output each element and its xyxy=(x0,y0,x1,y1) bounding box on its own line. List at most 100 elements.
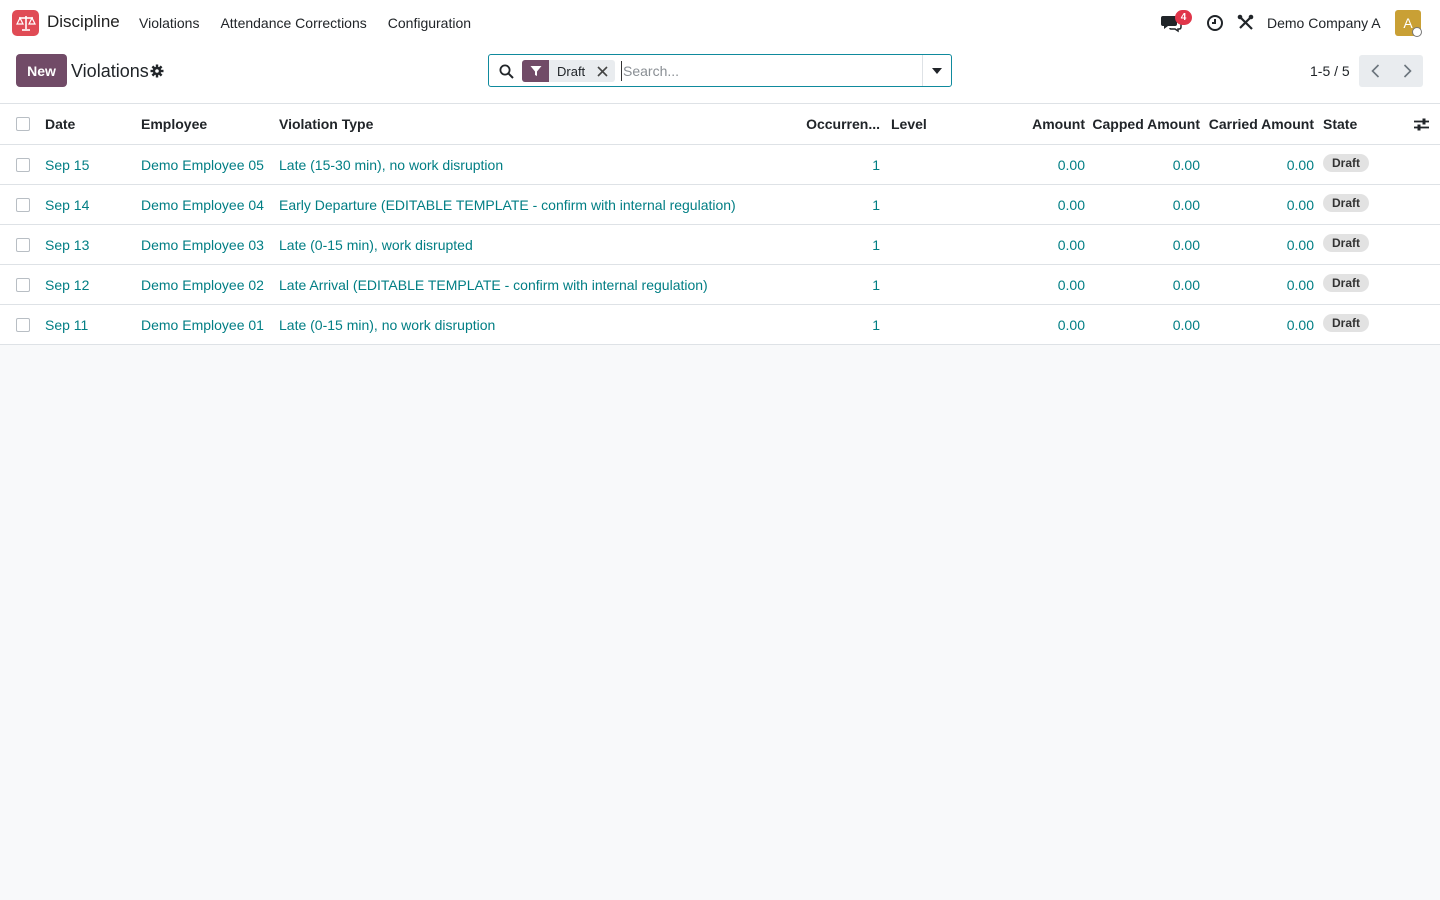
cell-employee[interactable]: Demo Employee 05 xyxy=(141,145,273,184)
filter-icon xyxy=(522,60,549,82)
clock-icon[interactable] xyxy=(1206,14,1224,32)
cell-date[interactable]: Sep 14 xyxy=(45,185,135,224)
cell-violation-type[interactable]: Late (15-30 min), no work disruption xyxy=(279,145,799,184)
cell-violation-type[interactable]: Late Arrival (EDITABLE TEMPLATE - confir… xyxy=(279,265,799,304)
chat-badge: 4 xyxy=(1175,10,1192,25)
cell-employee[interactable]: Demo Employee 01 xyxy=(141,305,273,344)
cell-amount[interactable]: 0.00 xyxy=(985,185,1085,224)
control-panel: New Violations Draft Search... 1-5 / 5 xyxy=(0,46,1440,104)
table-row[interactable]: Sep 14 Demo Employee 04 Early Departure … xyxy=(0,185,1440,225)
search-input[interactable] xyxy=(621,61,916,81)
table-row[interactable]: Sep 15 Demo Employee 05 Late (15-30 min)… xyxy=(0,145,1440,185)
cell-amount[interactable]: 0.00 xyxy=(985,265,1085,304)
column-header-violation-type[interactable]: Violation Type xyxy=(279,104,799,144)
cell-state: Draft xyxy=(1323,305,1403,344)
table-row[interactable]: Sep 13 Demo Employee 03 Late (0-15 min),… xyxy=(0,225,1440,265)
cell-occurrences[interactable]: 1 xyxy=(800,225,880,264)
close-icon[interactable] xyxy=(593,60,611,82)
search-options-toggle[interactable] xyxy=(922,55,951,86)
column-header-occurrences[interactable]: Occurren... xyxy=(800,104,880,144)
row-checkbox-cell xyxy=(16,225,32,264)
optional-columns-icon[interactable] xyxy=(1414,104,1430,144)
menu-item-violations[interactable]: Violations xyxy=(139,15,199,31)
cell-occurrences[interactable]: 1 xyxy=(800,265,880,304)
presence-status-icon xyxy=(1412,27,1422,37)
cell-capped-amount[interactable]: 0.00 xyxy=(1090,185,1200,224)
cell-violation-type[interactable]: Late (0-15 min), no work disruption xyxy=(279,305,799,344)
row-checkbox[interactable] xyxy=(16,277,30,292)
cell-carried-amount[interactable]: 0.00 xyxy=(1205,305,1314,344)
cell-date[interactable]: Sep 13 xyxy=(45,225,135,264)
cell-carried-amount[interactable]: 0.00 xyxy=(1205,225,1314,264)
cell-employee[interactable]: Demo Employee 03 xyxy=(141,225,273,264)
column-header-state[interactable]: State xyxy=(1323,104,1403,144)
cell-occurrences[interactable]: 1 xyxy=(800,305,880,344)
app-name[interactable]: Discipline xyxy=(47,12,120,32)
cell-capped-amount[interactable]: 0.00 xyxy=(1090,225,1200,264)
table-row[interactable]: Sep 12 Demo Employee 02 Late Arrival (ED… xyxy=(0,265,1440,305)
cell-level[interactable] xyxy=(891,185,971,224)
main-menu: Violations Attendance Corrections Config… xyxy=(139,15,492,31)
cell-occurrences[interactable]: 1 xyxy=(800,145,880,184)
cell-amount[interactable]: 0.00 xyxy=(985,225,1085,264)
gear-icon[interactable] xyxy=(150,64,164,78)
menu-item-configuration[interactable]: Configuration xyxy=(388,15,471,31)
row-checkbox-cell xyxy=(16,265,32,304)
new-button[interactable]: New xyxy=(16,54,67,87)
violations-list: Date Employee Violation Type Occurren...… xyxy=(0,104,1440,345)
column-header-carried-amount[interactable]: Carried Amount xyxy=(1205,104,1314,144)
row-checkbox-cell xyxy=(16,305,32,344)
cell-date[interactable]: Sep 12 xyxy=(45,265,135,304)
cell-carried-amount[interactable]: 0.00 xyxy=(1205,265,1314,304)
status-badge: Draft xyxy=(1323,233,1370,252)
company-switcher[interactable]: Demo Company A xyxy=(1267,15,1381,31)
table-row[interactable]: Sep 11 Demo Employee 01 Late (0-15 min),… xyxy=(0,305,1440,345)
cell-occurrences[interactable]: 1 xyxy=(800,185,880,224)
cell-amount[interactable]: 0.00 xyxy=(985,305,1085,344)
pager-value[interactable]: 1-5 / 5 xyxy=(1310,63,1350,79)
cell-level[interactable] xyxy=(891,265,971,304)
cell-date[interactable]: Sep 15 xyxy=(45,145,135,184)
cell-capped-amount[interactable]: 0.00 xyxy=(1090,305,1200,344)
pager-next-button[interactable] xyxy=(1391,55,1423,87)
column-header-capped-amount[interactable]: Capped Amount xyxy=(1090,104,1200,144)
cell-date[interactable]: Sep 11 xyxy=(45,305,135,344)
tools-icon[interactable] xyxy=(1237,14,1254,31)
cell-violation-type[interactable]: Early Departure (EDITABLE TEMPLATE - con… xyxy=(279,185,799,224)
column-header-amount[interactable]: Amount xyxy=(985,104,1085,144)
top-navbar: Discipline Violations Attendance Correct… xyxy=(0,0,1440,46)
search-bar: Draft xyxy=(488,54,952,87)
row-checkbox-cell xyxy=(16,145,32,184)
status-badge: Draft xyxy=(1323,153,1370,172)
select-all-checkbox-cell xyxy=(16,104,32,144)
cell-amount[interactable]: 0.00 xyxy=(985,145,1085,184)
cell-employee[interactable]: Demo Employee 02 xyxy=(141,265,273,304)
column-header-employee[interactable]: Employee xyxy=(141,104,273,144)
scale-icon[interactable] xyxy=(12,10,39,36)
column-header-level[interactable]: Level xyxy=(891,104,971,144)
cell-level[interactable] xyxy=(891,145,971,184)
cell-state: Draft xyxy=(1323,225,1403,264)
cell-carried-amount[interactable]: 0.00 xyxy=(1205,185,1314,224)
facet-value: Draft xyxy=(557,63,586,79)
cell-violation-type[interactable]: Late (0-15 min), work disrupted xyxy=(279,225,799,264)
row-checkbox[interactable] xyxy=(16,237,30,252)
cell-state: Draft xyxy=(1323,185,1403,224)
cell-level[interactable] xyxy=(891,305,971,344)
cell-capped-amount[interactable]: 0.00 xyxy=(1090,265,1200,304)
status-badge: Draft xyxy=(1323,313,1370,332)
cell-level[interactable] xyxy=(891,225,971,264)
select-all-checkbox[interactable] xyxy=(16,117,30,131)
cell-employee[interactable]: Demo Employee 04 xyxy=(141,185,273,224)
page-title: Violations xyxy=(71,61,149,81)
cell-carried-amount[interactable]: 0.00 xyxy=(1205,145,1314,184)
row-checkbox[interactable] xyxy=(16,197,30,212)
search-icon xyxy=(499,64,514,79)
row-checkbox[interactable] xyxy=(16,317,30,332)
status-badge: Draft xyxy=(1323,193,1370,212)
cell-capped-amount[interactable]: 0.00 xyxy=(1090,145,1200,184)
pager-previous-button[interactable] xyxy=(1359,55,1391,87)
row-checkbox[interactable] xyxy=(16,157,30,172)
column-header-date[interactable]: Date xyxy=(45,104,135,144)
menu-item-attendance-corrections[interactable]: Attendance Corrections xyxy=(220,15,366,31)
